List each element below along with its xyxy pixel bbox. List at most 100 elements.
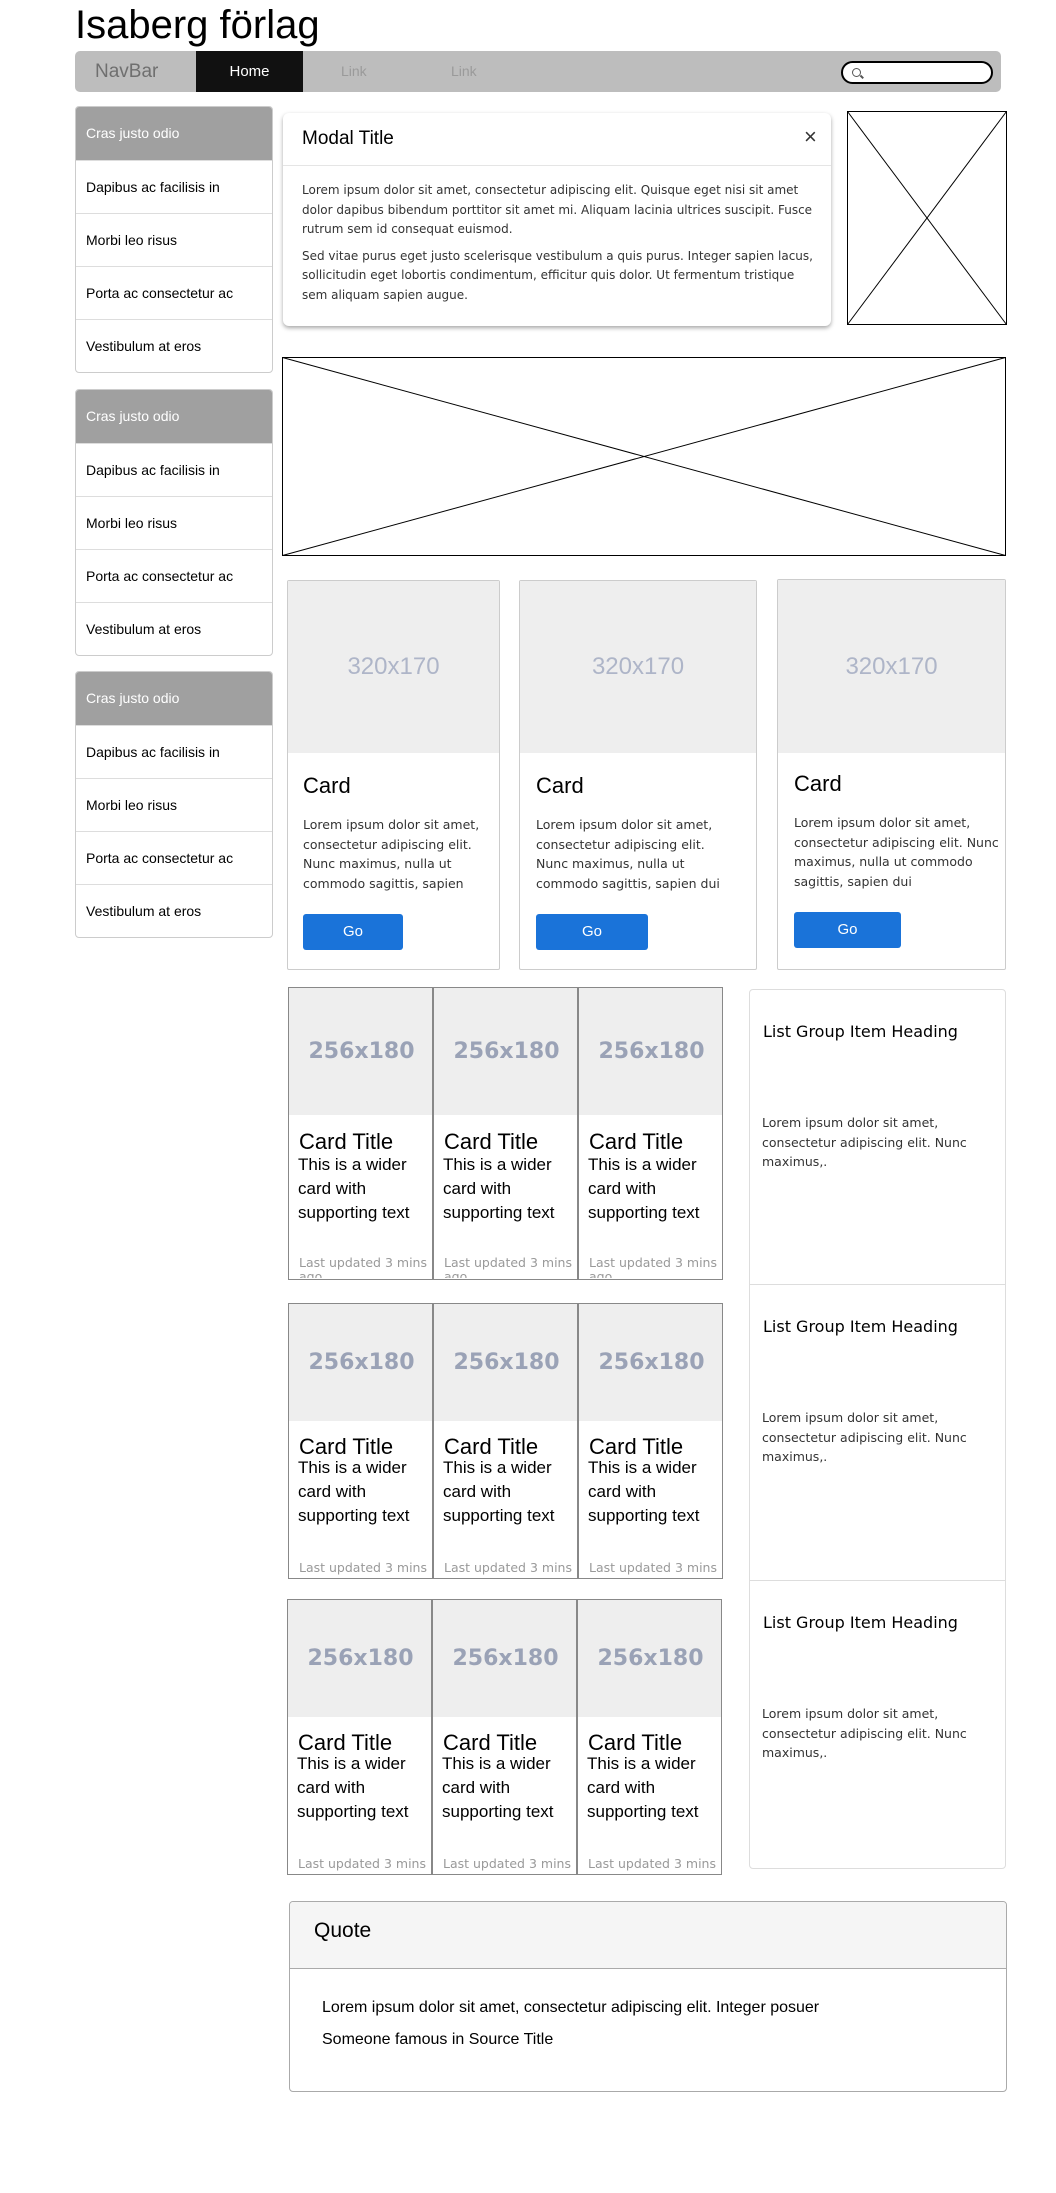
quote-card: Quote Lorem ipsum dolor sit amet, consec… [289,1901,1007,2092]
card: 320x170 Card Lorem ipsum dolor sit amet,… [287,580,500,970]
card-footer: Last updated 3 mins ago [443,1857,571,1873]
close-icon[interactable]: × [804,124,817,150]
sidebar-list-group-3: Cras justo odio Dapibus ac facilisis in … [75,671,273,938]
modal-body: Lorem ipsum dolor sit amet, consectetur … [302,181,817,305]
card-text: This is a wider card with supporting tex… [298,1155,410,1222]
card-footer: Last updated 3 mins ago [589,1256,717,1278]
sidebar-list-group-2: Cras justo odio Dapibus ac facilisis in … [75,389,273,656]
card-footer: Last updated 3 mins ago [588,1857,716,1873]
card: 256x180 Card Title This is a wider card … [578,1303,723,1579]
card-image: 320x170 [520,581,756,753]
card-title: Card [303,773,351,798]
card-title: Card Title [444,1129,539,1154]
card-group: 256x180 Card Title This is a wider card … [287,1599,723,1875]
quote-source: Someone famous in Source Title [322,2031,554,2048]
card-footer: Last updated 3 mins ago [299,1561,427,1577]
search-input[interactable] [841,61,993,84]
card-text: Lorem ipsum dolor sit amet, consectetur … [794,815,999,889]
quote-header: Quote [290,1902,1006,1969]
card-text: This is a wider card with supporting tex… [443,1458,555,1525]
modal-dialog: Modal Title × Lorem ipsum dolor sit amet… [283,113,831,326]
list-group: List Group Item Heading Lorem ipsum dolo… [749,989,1006,1869]
list-group-item[interactable]: List Group Item Heading Lorem ipsum dolo… [750,1284,1005,1580]
card: 320x170 Card Lorem ipsum dolor sit amet,… [519,580,757,970]
list-item[interactable]: Porta ac consectetur ac [76,266,272,319]
list-item[interactable]: Morbi leo risus [76,213,272,266]
card: 256x180 Card Title This is a wider card … [287,1599,432,1875]
card-text: This is a wider card with supporting tex… [298,1458,410,1525]
card-text: This is a wider card with supporting tex… [588,1458,700,1525]
image-placeholder [847,111,1007,325]
list-item-text: Lorem ipsum dolor sit amet, consectetur … [762,1115,967,1169]
card: 320x170 Card Lorem ipsum dolor sit amet,… [777,579,1006,970]
card-image: 256x180 [578,1600,721,1717]
nav-link-1[interactable]: Link [341,51,367,92]
list-item-heading: List Group Item Heading [763,1317,958,1336]
card-text: This is a wider card with supporting tex… [588,1155,700,1222]
card-title: Card [794,771,842,796]
card-image: 256x180 [579,988,722,1115]
card: 256x180 Card Title This is a wider card … [433,987,578,1280]
card-title: Card Title [299,1129,394,1154]
card-image: 256x180 [579,1304,722,1421]
card-footer: Last updated 3 mins ago [299,1256,427,1278]
list-item[interactable]: Dapibus ac facilisis in [76,160,272,213]
card-text: This is a wider card with supporting tex… [587,1754,699,1821]
card-footer: Last updated 3 mins ago [298,1857,426,1873]
card-footer: Last updated 3 mins ago [589,1561,717,1577]
card-group: 256x180 Card Title This is a wider card … [288,987,724,1280]
card: 256x180 Card Title This is a wider card … [432,1599,577,1875]
list-item-text: Lorem ipsum dolor sit amet, consectetur … [762,1410,967,1464]
list-item[interactable]: Vestibulum at eros [76,884,272,937]
nav-link-2[interactable]: Link [451,51,477,92]
list-group-item[interactable]: List Group Item Heading Lorem ipsum dolo… [750,1580,1005,1868]
card-image: 256x180 [434,988,577,1115]
card-footer: Last updated 3 mins ago [444,1561,572,1577]
list-item[interactable]: Dapibus ac facilisis in [76,725,272,778]
search-icon [852,68,861,77]
card-image: 320x170 [778,580,1005,753]
nav-home-link[interactable]: Home [196,51,303,92]
card-group: 256x180 Card Title This is a wider card … [288,1303,724,1579]
list-group-item[interactable]: List Group Item Heading Lorem ipsum dolo… [750,990,1005,1284]
card-footer: Last updated 3 mins ago [444,1256,572,1278]
go-button[interactable]: Go [794,912,901,948]
list-item[interactable]: Vestibulum at eros [76,602,272,655]
quote-text: Lorem ipsum dolor sit amet, consectetur … [322,1999,820,2016]
list-item-text: Lorem ipsum dolor sit amet, consectetur … [762,1706,967,1760]
card-text: This is a wider card with supporting tex… [297,1754,409,1821]
modal-divider [283,165,831,166]
navbar-brand[interactable]: NavBar [95,51,158,92]
go-button[interactable]: Go [303,914,403,950]
list-item-active[interactable]: Cras justo odio [76,672,272,725]
list-item-heading: List Group Item Heading [763,1613,958,1632]
card-title: Card [536,773,584,798]
list-item[interactable]: Porta ac consectetur ac [76,549,272,602]
card-image: 320x170 [288,581,499,753]
list-item[interactable]: Morbi leo risus [76,778,272,831]
card-text: Lorem ipsum dolor sit amet, consectetur … [303,817,480,891]
site-title: Isaberg förlag [75,3,320,47]
banner-image-placeholder [282,357,1006,556]
quote-title: Quote [314,1919,372,1942]
sidebar-list-group-1: Cras justo odio Dapibus ac facilisis in … [75,106,273,373]
card: 256x180 Card Title This is a wider card … [288,1303,433,1579]
card: 256x180 Card Title This is a wider card … [288,987,433,1280]
list-item[interactable]: Porta ac consectetur ac [76,831,272,884]
card-image: 256x180 [433,1600,576,1717]
list-item-active[interactable]: Cras justo odio [76,107,272,160]
list-item[interactable]: Dapibus ac facilisis in [76,443,272,496]
go-button[interactable]: Go [536,914,648,950]
card-text: This is a wider card with supporting tex… [443,1155,555,1222]
card-image: 256x180 [289,1304,432,1421]
modal-title: Modal Title [302,128,394,149]
navbar: NavBar Home Link Link [75,51,1001,92]
card-title: Card Title [589,1129,684,1154]
list-item[interactable]: Vestibulum at eros [76,319,272,372]
card: 256x180 Card Title This is a wider card … [577,1599,722,1875]
list-item[interactable]: Morbi leo risus [76,496,272,549]
card: 256x180 Card Title This is a wider card … [578,987,723,1280]
card-image: 256x180 [288,1600,431,1717]
card-image: 256x180 [434,1304,577,1421]
list-item-active[interactable]: Cras justo odio [76,390,272,443]
